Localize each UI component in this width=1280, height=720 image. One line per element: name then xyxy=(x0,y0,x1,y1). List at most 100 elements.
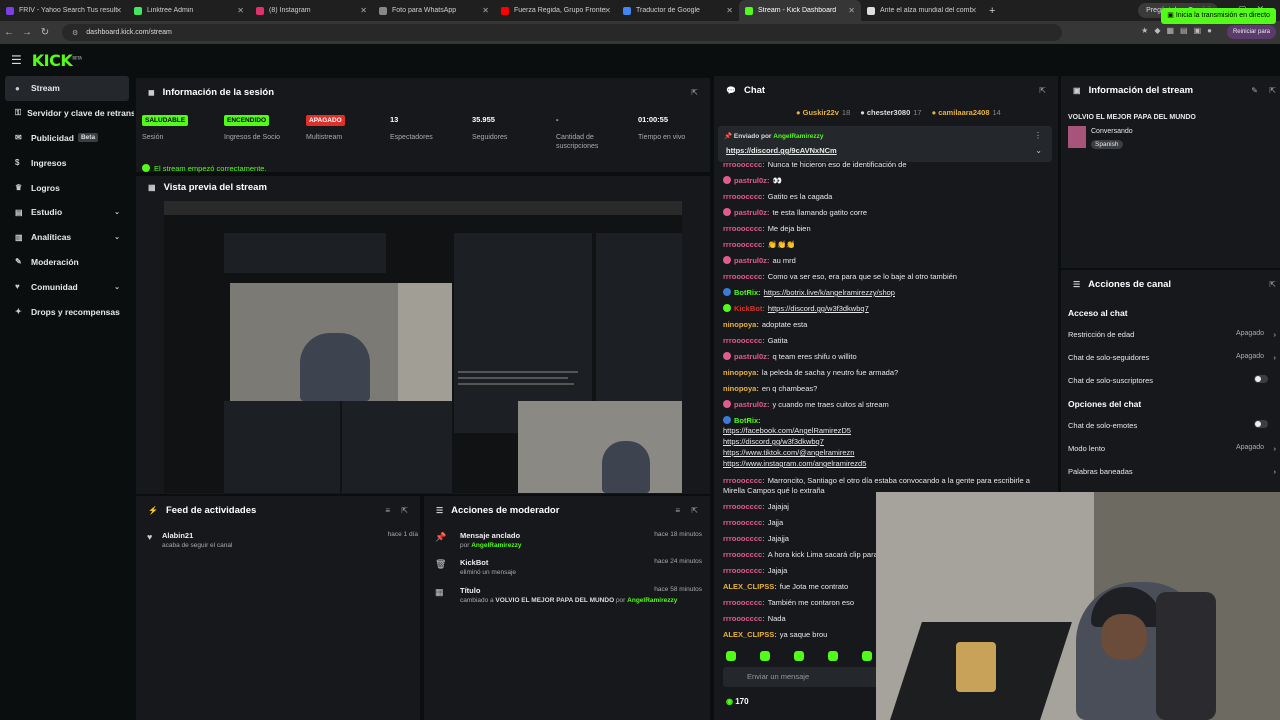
channel-action-row[interactable]: Chat de solo-seguidores Apagado › xyxy=(1068,353,1276,362)
chat-username[interactable]: pastrul0z: xyxy=(734,352,769,361)
chat-username[interactable]: ALEX_CLIPSS: xyxy=(723,630,777,639)
browser-tab[interactable]: Linktree Admin ✕ xyxy=(128,0,250,21)
chat-username[interactable]: rrrooocccc: xyxy=(723,224,765,233)
chat-username[interactable]: ALEX_CLIPSS: xyxy=(723,582,777,591)
top-gifter[interactable]: ● chester3080 17 xyxy=(860,108,921,117)
toggle-switch[interactable] xyxy=(1254,375,1268,383)
chevron-down-icon[interactable]: ⌄ xyxy=(114,208,120,216)
close-tab-icon[interactable]: ✕ xyxy=(970,6,977,15)
extension-icons[interactable]: ★◆▦▤▣● xyxy=(1141,26,1218,35)
emote-icon[interactable] xyxy=(726,651,736,661)
chat-username[interactable]: rrrooocccc: xyxy=(723,240,765,249)
close-tab-icon[interactable]: ✕ xyxy=(482,6,489,15)
chat-username[interactable]: rrrooocccc: xyxy=(723,566,765,575)
reload-icon[interactable]: ↻ xyxy=(36,27,54,38)
menu-icon[interactable]: ☰ xyxy=(11,53,22,67)
new-tab-button[interactable]: + xyxy=(989,5,995,17)
site-info-icon[interactable]: ⚙ xyxy=(72,29,78,37)
browser-tab[interactable]: Traductor de Google ✕ xyxy=(617,0,739,21)
chevron-right-icon[interactable]: › xyxy=(1274,444,1277,453)
filter-icon[interactable]: ≡ xyxy=(675,506,680,515)
chat-username[interactable]: KickBot: xyxy=(734,304,765,313)
chat-username[interactable]: rrrooocccc: xyxy=(723,614,765,623)
collapse-icon[interactable]: ⌄ xyxy=(1035,146,1042,155)
popout-icon[interactable]: ⇱ xyxy=(1269,280,1276,289)
chat-link[interactable]: https://www.instagram.com/angelramirezd5 xyxy=(723,459,866,468)
go-live-button[interactable]: ▣ Inicia la transmisión en directo xyxy=(1161,8,1276,24)
channel-points[interactable]: ◉ 170 xyxy=(726,697,749,706)
popout-icon[interactable]: ⇱ xyxy=(691,506,698,515)
chat-link[interactable]: https://www.tiktok.com/@angelramirezn xyxy=(723,448,854,457)
sidebar-item-key[interactable]: ⚿ Servidor y clave de retransmisión xyxy=(0,101,134,126)
chevron-right-icon[interactable]: › xyxy=(1274,330,1277,339)
sidebar-item-layers[interactable]: ▤ Estudio ⌄ xyxy=(0,200,134,225)
sidebar-item-megaphone[interactable]: ✉ Publicidad Beta xyxy=(0,126,134,151)
kick-logo[interactable]: KICKBETA xyxy=(32,51,82,70)
top-gifter[interactable]: ● camilaara2408 14 xyxy=(932,108,1001,117)
channel-action-row[interactable]: Restricción de edad Apagado › xyxy=(1068,330,1276,339)
sidebar-item-heart[interactable]: ♥ Comunidad ⌄ xyxy=(0,274,134,299)
stream-category[interactable]: Conversando xyxy=(1091,128,1133,135)
chat-username[interactable]: BotRix: xyxy=(734,288,761,297)
chat-username[interactable]: rrrooocccc: xyxy=(723,336,765,345)
chat-link[interactable]: https://facebook.com/AngelRamirezD5 xyxy=(723,426,851,435)
close-tab-icon[interactable]: ✕ xyxy=(726,6,733,15)
sidebar-item-trophy[interactable]: ♛ Logros xyxy=(0,175,134,200)
back-icon[interactable]: ← xyxy=(0,27,18,38)
chat-link[interactable]: https://discord.gg/w3f3dkwbq7 xyxy=(768,304,869,313)
sidebar-item-gift[interactable]: ✦ Drops y recompensas xyxy=(0,299,134,324)
popout-icon[interactable]: ⇱ xyxy=(691,88,698,97)
forward-icon[interactable]: → xyxy=(18,27,36,38)
browser-tab[interactable]: Ante el alza mundial del combu ✕ xyxy=(861,0,983,21)
channel-action-row[interactable]: Palabras baneadas › xyxy=(1068,467,1276,476)
browser-tab[interactable]: Foto para WhatsApp ✕ xyxy=(373,0,495,21)
channel-action-row[interactable]: Modo lento Apagado › xyxy=(1068,444,1276,453)
sidebar-item-chart[interactable]: ▥ Analíticas ⌄ xyxy=(0,225,134,250)
browser-tab[interactable]: Stream - Kick Dashboard ✕ xyxy=(739,0,861,21)
chevron-down-icon[interactable]: ⌄ xyxy=(114,233,120,241)
toggle-switch[interactable] xyxy=(1254,420,1268,428)
popout-icon[interactable]: ⇱ xyxy=(401,506,408,515)
filter-icon[interactable]: ≡ xyxy=(385,506,390,515)
channel-action-row[interactable]: Chat de solo-suscriptores xyxy=(1068,375,1272,385)
browser-tab[interactable]: FRIV - Yahoo Search Tus resulta ✕ xyxy=(0,0,128,21)
channel-action-row[interactable]: Chat de solo-emotes xyxy=(1068,420,1272,430)
sidebar-item-wallet[interactable]: $ Ingresos xyxy=(0,150,134,175)
chat-username[interactable]: pastrul0z: xyxy=(734,256,769,265)
chat-username[interactable]: rrrooocccc: xyxy=(723,192,765,201)
chat-username[interactable]: pastrul0z: xyxy=(734,208,769,217)
pinned-message[interactable]: 📌 Enviado por AngelRamirezzy https://dis… xyxy=(718,126,1052,162)
chevron-right-icon[interactable]: › xyxy=(1274,467,1277,476)
chat-username[interactable]: pastrul0z: xyxy=(734,400,769,409)
url-input[interactable]: ⚙ dashboard.kick.com/stream xyxy=(62,24,1062,41)
close-tab-icon[interactable]: ✕ xyxy=(237,6,244,15)
top-gifter[interactable]: ● Guskir22v 18 xyxy=(796,108,850,117)
popout-icon[interactable]: ⇱ xyxy=(1039,86,1046,95)
close-tab-icon[interactable]: ✕ xyxy=(115,6,122,15)
more-icon[interactable]: ⋮ xyxy=(1034,131,1042,140)
sidebar-item-wrench[interactable]: ✎ Moderación xyxy=(0,250,134,275)
chat-username[interactable]: ninopoya: xyxy=(723,368,759,377)
sidebar-item-signal[interactable]: ● Stream xyxy=(5,76,129,101)
edit-icon[interactable]: ✎ xyxy=(1251,86,1258,95)
chat-link[interactable]: https://botrix.live/k/angelramirezzy/sho… xyxy=(764,288,895,297)
emote-icon[interactable] xyxy=(828,651,838,661)
chat-username[interactable]: rrrooocccc: xyxy=(723,476,765,485)
close-tab-icon[interactable]: ✕ xyxy=(848,6,855,15)
chat-username[interactable]: rrrooocccc: xyxy=(723,518,765,527)
browser-tab[interactable]: Fuerza Regida, Grupo Frontera ✕ xyxy=(495,0,617,21)
chat-username[interactable]: rrrooocccc: xyxy=(723,598,765,607)
chat-username[interactable]: ninopoya: xyxy=(723,384,759,393)
chat-username[interactable]: BotRix: xyxy=(734,416,761,425)
feed-user[interactable]: Alabin21 xyxy=(162,531,418,540)
chat-username[interactable]: rrrooocccc: xyxy=(723,272,765,281)
reboot-button[interactable]: Reiniciar para xyxy=(1226,25,1276,39)
emote-icon[interactable] xyxy=(862,651,872,661)
browser-tab[interactable]: (8) Instagram ✕ xyxy=(250,0,373,21)
pinned-link[interactable]: https://discord.gg/9cAVNxNCm xyxy=(726,146,837,155)
stream-preview[interactable] xyxy=(164,201,682,493)
emote-icon[interactable] xyxy=(794,651,804,661)
chat-username[interactable]: ninopoya: xyxy=(723,320,759,329)
chevron-down-icon[interactable]: ⌄ xyxy=(114,283,120,291)
popout-icon[interactable]: ⇱ xyxy=(1269,86,1276,95)
